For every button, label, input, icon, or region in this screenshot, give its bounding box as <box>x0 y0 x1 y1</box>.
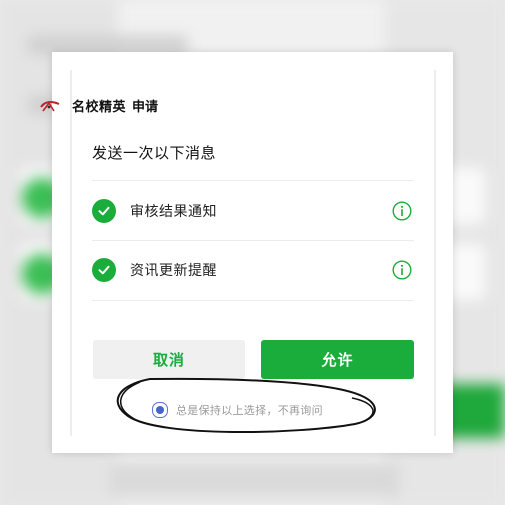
message-item-label: 资讯更新提醒 <box>130 263 217 279</box>
info-circle-icon[interactable] <box>392 201 412 221</box>
dialog-header: 名校精英 申请 <box>40 96 158 115</box>
school-logo-icon <box>40 100 60 111</box>
allow-button[interactable]: 允许 <box>261 340 414 379</box>
message-item-review-result[interactable]: 审核结果通知 <box>92 182 414 240</box>
info-circle-icon[interactable] <box>392 260 412 280</box>
app-name: 名校精英 <box>72 100 127 115</box>
cancel-button[interactable]: 取消 <box>93 340 245 379</box>
background-bottom-bar <box>110 462 400 498</box>
request-verb: 申请 <box>132 100 159 115</box>
frame-edge <box>434 70 436 436</box>
divider <box>92 300 414 301</box>
message-item-news-update[interactable]: 资讯更新提醒 <box>92 241 414 299</box>
remember-choice-label: 总是保持以上选择，不再询问 <box>176 404 323 417</box>
divider <box>92 180 414 181</box>
remember-choice-option[interactable]: 总是保持以上选择，不再询问 <box>152 402 323 418</box>
check-circle-icon[interactable] <box>92 258 116 282</box>
radio-dot <box>156 406 164 414</box>
check-circle-icon[interactable] <box>92 199 116 223</box>
message-item-label: 审核结果通知 <box>130 204 217 220</box>
dialog-subtitle: 发送一次以下消息 <box>92 144 217 162</box>
radio-selected-icon[interactable] <box>152 402 168 418</box>
frame-edge <box>70 70 72 436</box>
